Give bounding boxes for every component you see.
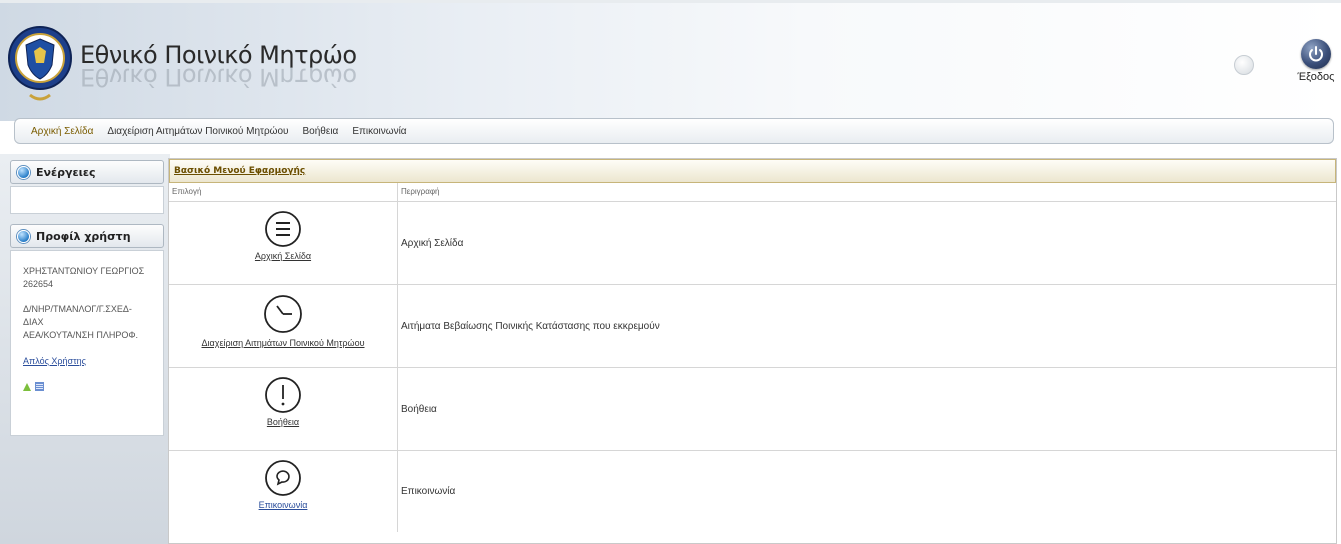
- exit-label: Έξοδος: [1297, 71, 1335, 83]
- sidebar: Ενέργειες Προφίλ χρήστη ΧΡΗΣΤΑΝΤΩΝΙΟΥ ΓΕ…: [0, 154, 170, 544]
- option-help[interactable]: Βοήθεια: [169, 368, 398, 450]
- app-title-reflection: Εθνικό Ποινικό Μητρώο: [80, 67, 357, 89]
- option-link[interactable]: Επικοινωνία: [259, 500, 308, 510]
- bullet-icon: [17, 165, 30, 179]
- option-contact[interactable]: Επικοινωνία: [169, 451, 398, 532]
- profile-tools: [11, 382, 163, 391]
- nav-help[interactable]: Βοήθεια: [303, 126, 339, 137]
- profile-organization: Δ/ΝΗΡ/ΤΜΑΝΛΟΓ/Γ.ΣΧΕΔ-ΔΙΑΧ ΑΕΑ/ΚΟΥΤΑ/ΝΣΗ …: [11, 303, 163, 342]
- user-role-link[interactable]: Απλός Χρήστης: [11, 356, 163, 366]
- profile-panel-body: ΧΡΗΣΤΑΝΤΩΝΙΟΥ ΓΕΩΡΓΙΟΣ 262654 Δ/ΝΗΡ/ΤΜΑΝ…: [10, 250, 164, 436]
- nav-home[interactable]: Αρχική Σελίδα: [31, 126, 93, 137]
- profile-name: ΧΡΗΣΤΑΝΤΩΝΙΟΥ ΓΕΩΡΓΙΟΣ 262654: [11, 265, 163, 291]
- column-header-description: Περιγραφή: [401, 187, 440, 196]
- table-row: Αρχική Σελίδα Αρχική Σελίδα: [169, 202, 1336, 285]
- main-menu-table: Βασικό Μενού Εφαρμογής Επιλογή Περιγραφή…: [168, 158, 1337, 544]
- description-cell: Επικοινωνία: [401, 486, 456, 497]
- actions-panel-header[interactable]: Ενέργειες: [10, 160, 164, 184]
- app-title: Εθνικό Ποινικό Μητρώο: [80, 41, 357, 69]
- list-icon[interactable]: [35, 382, 44, 391]
- description-cell: Αιτήματα Βεβαίωσης Ποινικής Κατάστασης π…: [401, 320, 660, 332]
- chat-bubble-icon[interactable]: [263, 458, 303, 498]
- table-row: Διαχείριση Αιτημάτων Ποινικού Μητρώου Αι…: [169, 285, 1336, 368]
- description-cell: Βοήθεια: [401, 403, 437, 415]
- profile-id-line: 262654: [23, 279, 54, 289]
- table-header: Επιλογή Περιγραφή: [169, 183, 1336, 202]
- option-link[interactable]: Βοήθεια: [267, 417, 299, 427]
- option-manage-requests[interactable]: Διαχείριση Αιτημάτων Ποινικού Μητρώου: [169, 285, 398, 367]
- status-indicator-icon: [1234, 55, 1254, 75]
- option-link[interactable]: Διαχείριση Αιτημάτων Ποινικού Μητρώου: [202, 338, 365, 348]
- table-row: Επικοινωνία Επικοινωνία: [169, 451, 1336, 532]
- main-menu-title[interactable]: Βασικό Μενού Εφαρμογής: [169, 159, 1336, 183]
- menu-icon[interactable]: [263, 209, 303, 249]
- actions-panel-body: [10, 186, 164, 214]
- police-emblem-logo: [8, 13, 72, 111]
- table-row: Βοήθεια Βοήθεια: [169, 368, 1336, 451]
- header-banner: Εθνικό Ποινικό Μητρώο Εθνικό Ποινικό Μητ…: [0, 0, 1341, 121]
- top-navigation: Αρχική Σελίδα Διαχείριση Αιτημάτων Ποινι…: [14, 118, 1334, 144]
- profile-title: Προφίλ χρήστη: [36, 229, 131, 243]
- nav-contact[interactable]: Επικοινωνία: [352, 126, 406, 137]
- arrow-up-icon[interactable]: [23, 382, 31, 391]
- profile-org-line: Δ/ΝΗΡ/ΤΜΑΝΛΟΓ/Γ.ΣΧΕΔ-ΔΙΑΧ: [23, 304, 132, 327]
- exclamation-icon[interactable]: [263, 375, 303, 415]
- column-header-option: Επιλογή: [169, 183, 398, 201]
- clock-icon[interactable]: [263, 292, 303, 336]
- power-icon: [1301, 39, 1331, 69]
- option-link[interactable]: Αρχική Σελίδα: [255, 251, 311, 261]
- profile-name-line: ΧΡΗΣΤΑΝΤΩΝΙΟΥ ΓΕΩΡΓΙΟΣ: [23, 266, 145, 276]
- exit-button[interactable]: Έξοδος: [1296, 39, 1336, 99]
- profile-panel-header[interactable]: Προφίλ χρήστη: [10, 224, 164, 248]
- profile-org-line: ΑΕΑ/ΚΟΥΤΑ/ΝΣΗ ΠΛΗΡΟΦ.: [23, 330, 139, 340]
- actions-title: Ενέργειες: [36, 165, 96, 179]
- description-cell: Αρχική Σελίδα: [401, 237, 464, 249]
- option-home[interactable]: Αρχική Σελίδα: [169, 202, 398, 284]
- bullet-icon: [17, 229, 30, 243]
- nav-manage-requests[interactable]: Διαχείριση Αιτημάτων Ποινικού Μητρώου: [107, 126, 288, 137]
